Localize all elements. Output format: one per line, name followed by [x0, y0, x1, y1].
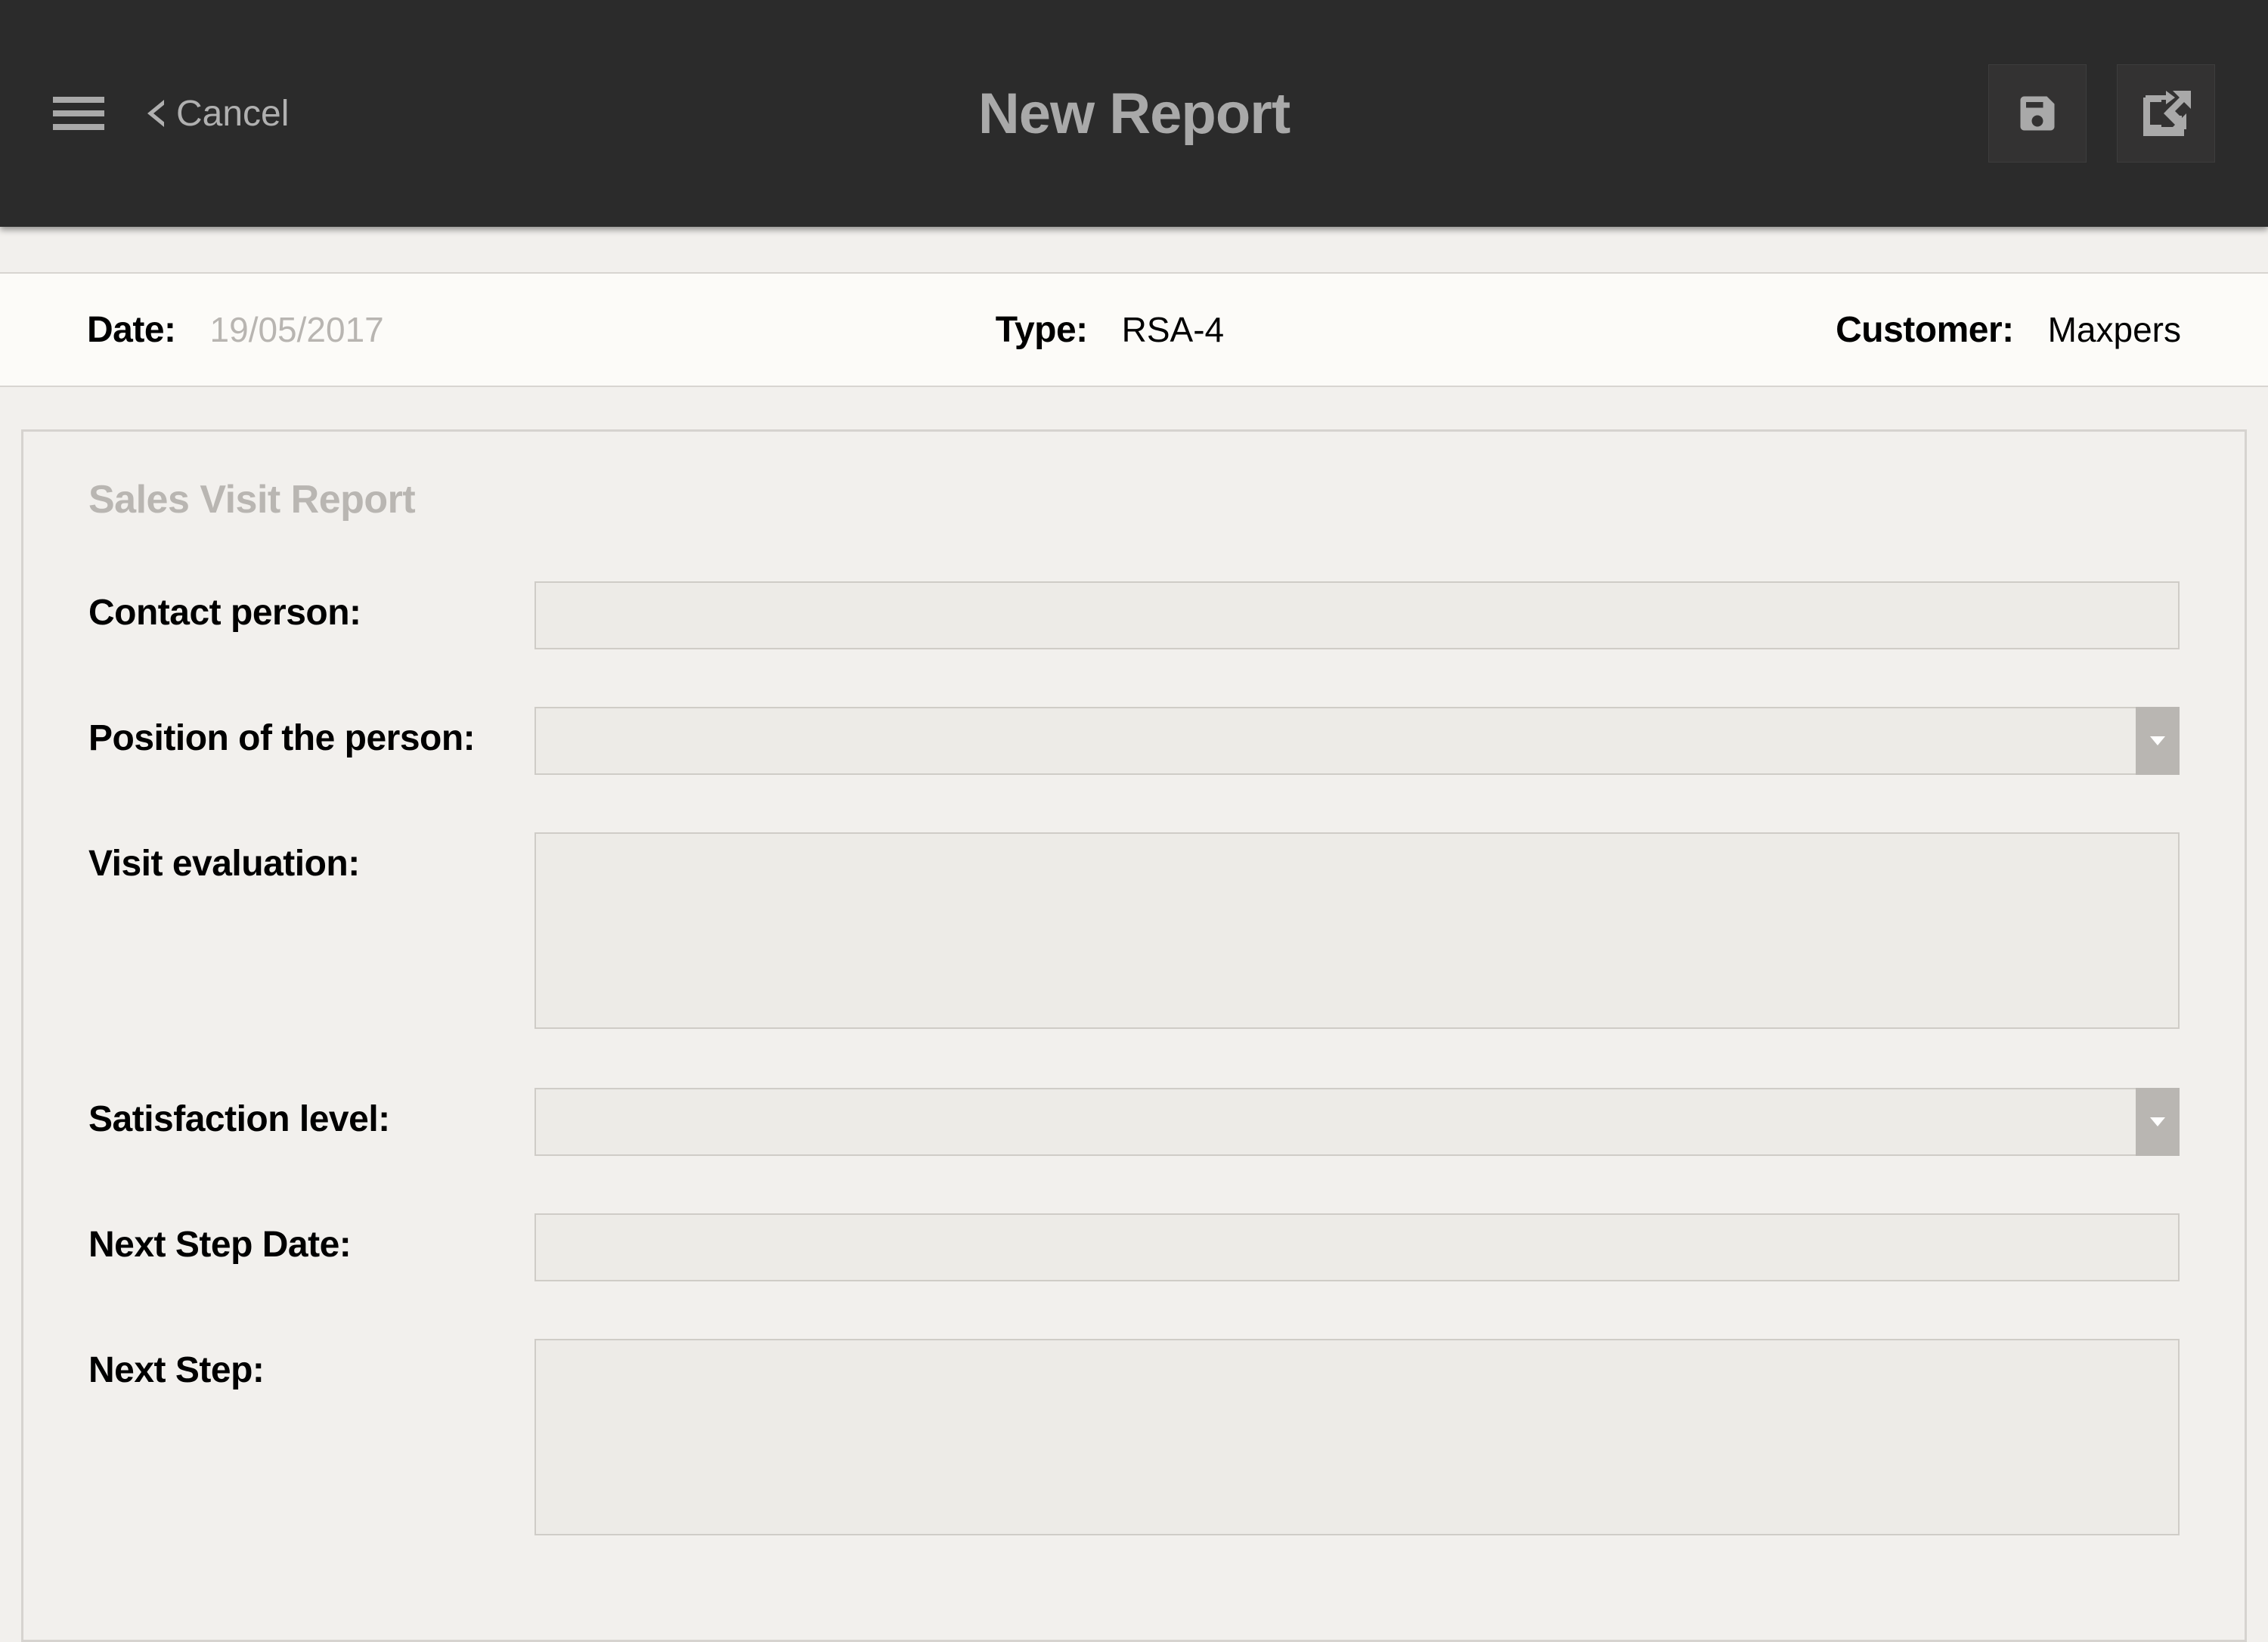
- next-step-date-label: Next Step Date:: [88, 1213, 534, 1281]
- next-step-textarea[interactable]: [534, 1339, 2180, 1535]
- cancel-label: Cancel: [176, 93, 289, 135]
- type-label: Type:: [996, 309, 1088, 351]
- form-section-title: Sales Visit Report: [88, 477, 2180, 522]
- share-button[interactable]: [2117, 64, 2215, 163]
- save-button[interactable]: [1988, 64, 2087, 163]
- row-position: Position of the person:: [88, 707, 2180, 775]
- contact-person-input[interactable]: [534, 581, 2180, 649]
- visit-evaluation-textarea[interactable]: [534, 832, 2180, 1029]
- row-next-step: Next Step:: [88, 1339, 2180, 1535]
- date-label: Date:: [87, 309, 176, 351]
- chevron-left-icon: [147, 100, 164, 127]
- contact-person-label: Contact person:: [88, 581, 534, 649]
- header-actions: [1988, 64, 2215, 163]
- row-next-step-date: Next Step Date:: [88, 1213, 2180, 1281]
- form-wrapper: Sales Visit Report Contact person: Posit…: [0, 387, 2268, 1642]
- share-arrow-icon: [2139, 86, 2193, 141]
- row-visit-evaluation: Visit evaluation:: [88, 832, 2180, 1029]
- next-step-label: Next Step:: [88, 1339, 534, 1535]
- next-step-date-input[interactable]: [534, 1213, 2180, 1281]
- info-bar: Date: 19/05/2017 Type: RSA-4 Customer: M…: [0, 272, 2268, 387]
- info-type: Type: RSA-4: [996, 309, 1224, 351]
- hamburger-icon: [53, 97, 104, 103]
- row-contact-person: Contact person:: [88, 581, 2180, 649]
- satisfaction-select[interactable]: [534, 1088, 2180, 1156]
- date-value[interactable]: 19/05/2017: [210, 309, 384, 350]
- menu-button[interactable]: [53, 87, 106, 140]
- position-select-wrap: [534, 707, 2180, 775]
- type-value: RSA-4: [1122, 309, 1224, 350]
- header-bar: Cancel New Report: [0, 0, 2268, 227]
- customer-value: Maxpers: [2048, 309, 2181, 350]
- satisfaction-select-wrap: [534, 1088, 2180, 1156]
- position-select[interactable]: [534, 707, 2180, 775]
- satisfaction-label: Satisfaction level:: [88, 1088, 534, 1156]
- info-customer: Customer: Maxpers: [1836, 309, 2181, 351]
- form-panel: Sales Visit Report Contact person: Posit…: [21, 429, 2247, 1642]
- info-date: Date: 19/05/2017: [87, 309, 384, 351]
- customer-label: Customer:: [1836, 309, 2014, 351]
- save-icon: [2015, 91, 2060, 136]
- visit-evaluation-label: Visit evaluation:: [88, 832, 534, 1029]
- row-satisfaction: Satisfaction level:: [88, 1088, 2180, 1156]
- cancel-button[interactable]: Cancel: [147, 93, 289, 135]
- position-label: Position of the person:: [88, 707, 534, 775]
- page-title: New Report: [978, 81, 1290, 147]
